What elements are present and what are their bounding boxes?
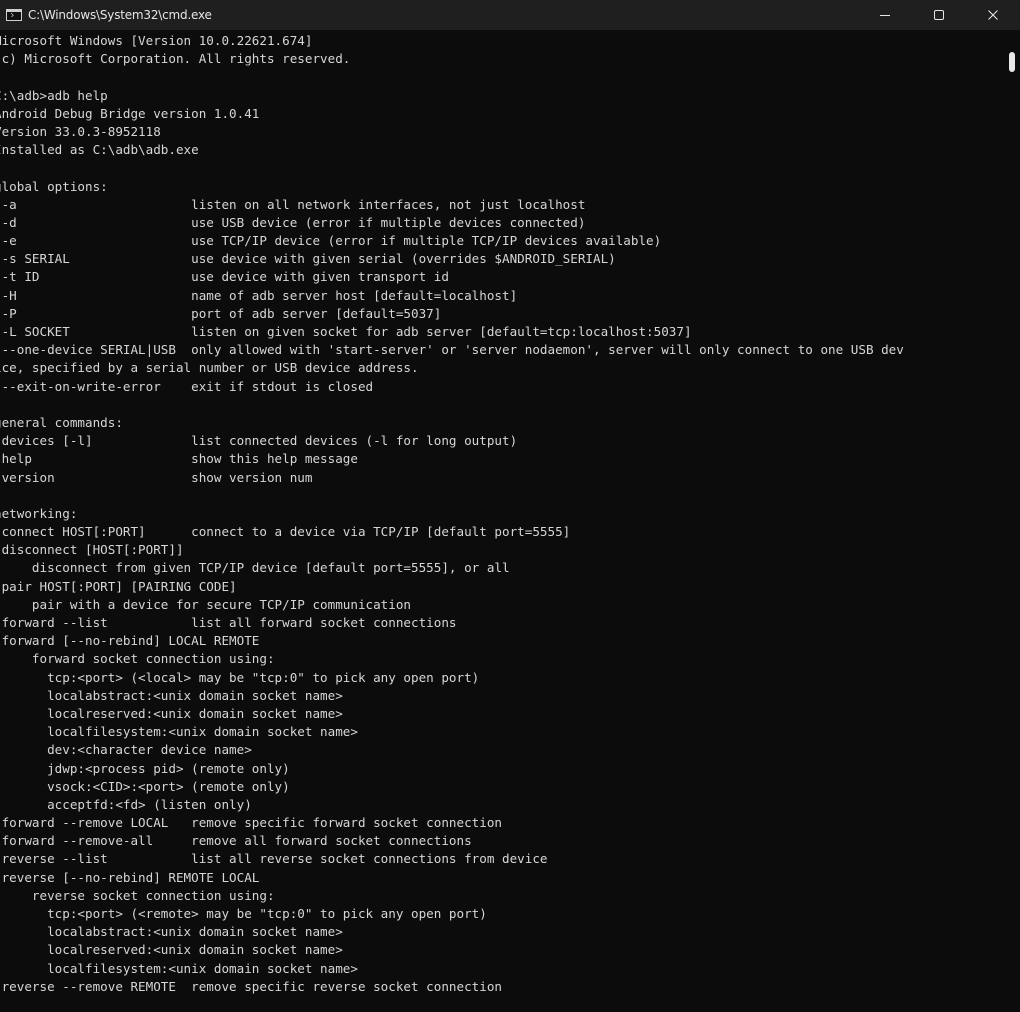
console-line: reverse --list list all reverse socket c… [0, 851, 548, 867]
console-line: reverse [--no-rebind] REMOTE LOCAL [0, 869, 260, 885]
console-line: --one-device SERIAL|USB only allowed wit… [0, 342, 904, 358]
console-line: -L SOCKET listen on given socket for adb… [0, 324, 692, 339]
maximize-icon [934, 10, 944, 20]
cmd-window: C:\Windows\System32\cmd.exe Microsoft Wi… [0, 0, 1020, 1012]
console-line: acceptfd:<fd> (listen only) [0, 796, 252, 812]
title-bar[interactable]: C:\Windows\System32\cmd.exe [0, 0, 1020, 30]
console-line: localabstract:<unix domain socket name> [0, 687, 343, 703]
console-line: Version 33.0.3-8952118 [0, 123, 161, 139]
console-line: -H name of adb server host [default=loca… [0, 287, 518, 303]
console-line: --exit-on-write-error exit if stdout is … [0, 378, 374, 394]
console-line: networking: [0, 505, 78, 521]
scrollbar-thumb[interactable] [1009, 52, 1015, 72]
console-line: pair with a device for secure TCP/IP com… [0, 596, 412, 612]
console-line: disconnect from given TCP/IP device [def… [0, 560, 510, 576]
console-line: forward socket connection using: [0, 651, 275, 667]
console-line: -P port of adb server [default=5037] [0, 305, 442, 321]
console-line: Android Debug Bridge version 1.0.41 [0, 105, 260, 121]
console-line: forward --remove-all remove all forward … [0, 833, 472, 849]
console-line: dev:<character device name> [0, 742, 252, 758]
console-line: -s SERIAL use device with given serial (… [0, 251, 616, 267]
minimize-icon [880, 15, 890, 16]
console-line: localreserved:<unix domain socket name> [0, 705, 343, 721]
console-line: forward [--no-rebind] LOCAL REMOTE [0, 633, 260, 649]
console-line: localabstract:<unix domain socket name> [0, 924, 343, 940]
console-line: ice, specified by a serial number or USB… [0, 360, 419, 376]
console-line: -a listen on all network interfaces, not… [0, 196, 586, 212]
console-line: tcp:<port> (<remote> may be "tcp:0" to p… [0, 906, 487, 921]
console-line: version show version num [0, 469, 313, 485]
console-line: forward --remove LOCAL remove specific f… [0, 815, 502, 831]
console-line: Installed as C:\adb\adb.exe [0, 142, 199, 158]
close-icon [988, 10, 998, 20]
console-line: tcp:<port> (<local> may be "tcp:0" to pi… [0, 669, 480, 685]
minimize-button[interactable] [858, 0, 912, 30]
console-line: vsock:<CID>:<port> (remote only) [0, 778, 290, 794]
console-line: -t ID use device with given transport id [0, 269, 449, 285]
console-lines: Microsoft Windows [Version 10.0.22621.67… [0, 32, 904, 996]
console-line: global options: [0, 178, 108, 194]
console-line: C:\adb>adb help [0, 87, 108, 103]
caption-buttons [858, 0, 1020, 30]
console-line: reverse --remove REMOTE remove specific … [0, 978, 502, 994]
console-line: localfilesystem:<unix domain socket name… [0, 724, 358, 740]
maximize-button[interactable] [912, 0, 966, 30]
console-line: (c) Microsoft Corporation. All rights re… [0, 51, 351, 67]
console-line: -e use TCP/IP device (error if multiple … [0, 233, 662, 249]
console-line: pair HOST[:PORT] [PAIRING CODE] [0, 578, 237, 594]
window-title: C:\Windows\System32\cmd.exe [28, 8, 212, 22]
console-line: connect HOST[:PORT] connect to a device … [0, 524, 571, 540]
console-line: Microsoft Windows [Version 10.0.22621.67… [0, 33, 313, 48]
console-line: reverse socket connection using: [0, 887, 275, 903]
console-line: help show this help message [0, 451, 358, 467]
console-line: -d use USB device (error if multiple dev… [0, 214, 586, 230]
vertical-scrollbar[interactable] [1004, 30, 1020, 1012]
console-line: devices [-l] list connected devices (-l … [0, 433, 518, 449]
console-line: disconnect [HOST[:PORT]] [0, 542, 184, 558]
console-line: general commands: [0, 414, 123, 430]
console-line: localreserved:<unix domain socket name> [0, 942, 343, 958]
terminal-icon [6, 9, 22, 21]
console-output[interactable]: Microsoft Windows [Version 10.0.22621.67… [0, 30, 1004, 1012]
console-line: jdwp:<process pid> (remote only) [0, 760, 290, 776]
console-line: forward --list list all forward socket c… [0, 615, 457, 630]
close-button[interactable] [966, 0, 1020, 30]
console-line: localfilesystem:<unix domain socket name… [0, 960, 358, 976]
